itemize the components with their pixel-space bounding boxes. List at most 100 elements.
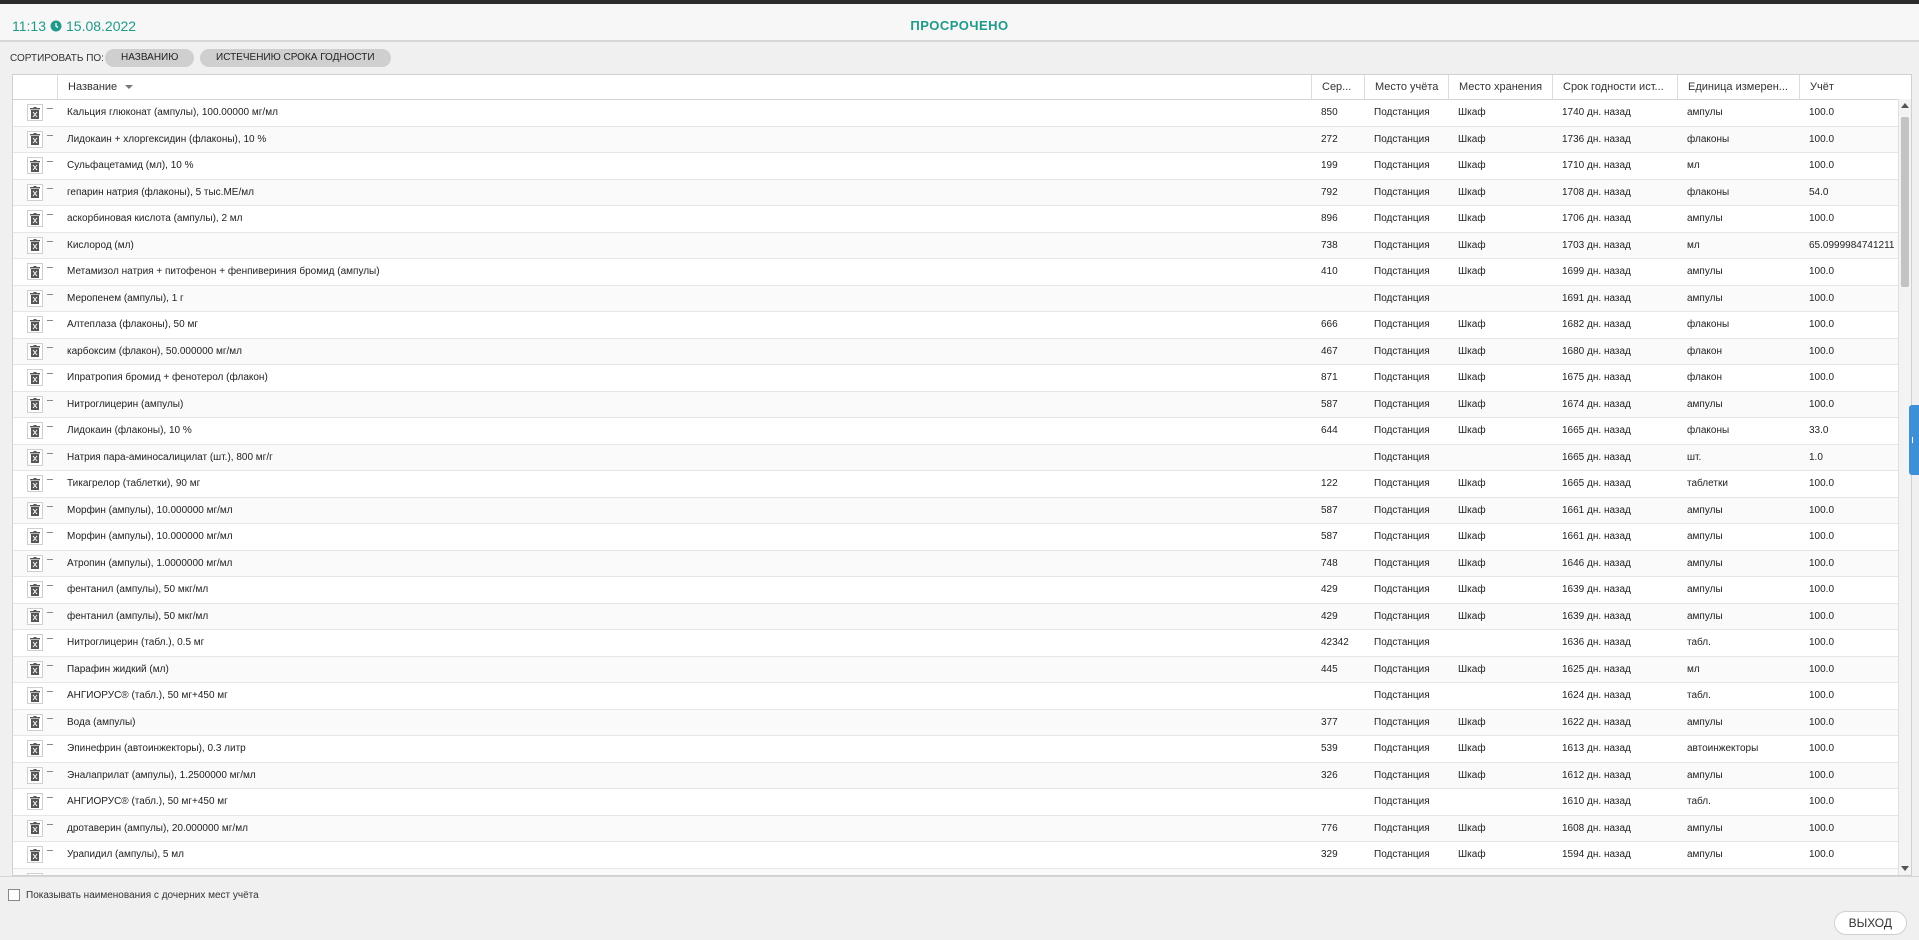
vertical-scrollbar[interactable] [1898, 99, 1911, 875]
table-row[interactable]: Алтеплаза (флаконы), 50 мг 666 Подстанция Ш… [13, 312, 1898, 339]
cell-name: дротаверин (ампулы), 20.000000 мг/мл [67, 822, 248, 834]
delete-icon[interactable] [27, 581, 43, 598]
cell-series: 792 [1321, 186, 1338, 198]
delete-icon[interactable] [27, 104, 43, 121]
table-row[interactable]: Кальция глюконат (ампулы), 100.00000 мг/… [13, 100, 1898, 127]
delete-icon[interactable] [27, 501, 43, 519]
delete-icon[interactable] [27, 236, 43, 254]
delete-icon[interactable] [27, 819, 43, 837]
delete-icon[interactable] [27, 846, 43, 863]
scroll-up-icon[interactable] [1901, 103, 1909, 108]
row-tick [47, 691, 53, 692]
table-row[interactable]: Урапидил (ампулы), 5 мл 329 Подстанция Шкаф… [13, 842, 1898, 869]
show-child-places-checkbox[interactable] [8, 889, 20, 901]
row-tick [47, 108, 53, 109]
table-row[interactable]: Морфин (ампулы), 10.000000 мг/мл 587 Подст… [13, 497, 1898, 524]
row-tick [47, 850, 53, 851]
scroll-down-icon[interactable] [1901, 866, 1909, 871]
table-row[interactable]: АНГИОРУС® (табл.), 50 мг+450 мг Подстанци… [13, 789, 1898, 816]
delete-icon[interactable] [27, 475, 43, 492]
table-row[interactable]: Эпинефрин (автоинжекторы), 0.3 литр 539 По… [13, 736, 1898, 763]
exit-button[interactable]: ВЫХОД [1833, 911, 1907, 935]
delete-icon[interactable] [27, 263, 43, 280]
column-header-expiry[interactable]: Срок годности ист... [1552, 75, 1677, 99]
row-tick [47, 267, 53, 268]
delete-icon[interactable] [27, 607, 43, 625]
delete-icon[interactable] [27, 289, 43, 307]
table-row[interactable]: Тикагрелор (таблетки), 90 мг 122 Подстанци… [13, 471, 1898, 498]
delete-icon[interactable] [27, 660, 43, 678]
cell-name: фентанил (ампулы), 50 мкг/мл [67, 584, 209, 595]
cell-series: 587 [1321, 531, 1338, 542]
cell-storage-place: Шкаф [1458, 869, 1486, 876]
table-row[interactable]: Лидокаин (флаконы), 10 % 644 Подстанция Шка… [13, 418, 1898, 445]
delete-icon[interactable] [27, 183, 43, 201]
column-header-amount[interactable]: Учёт [1799, 75, 1898, 99]
table-row[interactable]: Натрия пара-аминосалицилат (шт.), 800 мг… [13, 444, 1898, 471]
cell-series: 896 [1321, 213, 1338, 224]
cell-storage-place: Шкаф [1458, 769, 1486, 781]
delete-icon[interactable] [27, 634, 43, 651]
table-row[interactable]: Парафин жидкий (мл) 445 Подстанция Шкаф 1625… [13, 656, 1898, 683]
side-panel-handle[interactable] [1909, 405, 1919, 475]
column-header-unit[interactable]: Единица измерен... [1677, 75, 1799, 99]
table-row[interactable]: Нитроглицерин (ампулы) 587 Подстанция Шкаф 1… [13, 391, 1898, 418]
table-row[interactable]: Морфин (ампулы), 10.000000 мг/мл 587 Подст… [13, 524, 1898, 551]
table-row[interactable]: Эналаприлат (ампулы), 1.2500000 мг/мл 326… [13, 762, 1898, 789]
table-row[interactable]: Лидокаин + хлоргексидин (флаконы), 10 % 2… [13, 126, 1898, 153]
delete-icon[interactable] [27, 448, 43, 466]
table-row[interactable]: Кислород (мл) 738 Подстанция Шкаф 1703 дн. н… [13, 232, 1898, 259]
table-row[interactable]: фентанил (ампулы), 50 мкг/мл 429 Подстанци… [13, 577, 1898, 604]
cell-expiry: 1610 дн. назад [1562, 796, 1631, 807]
delete-icon[interactable] [27, 713, 43, 731]
column-header-series[interactable]: Сер... [1311, 75, 1364, 99]
delete-icon[interactable] [27, 687, 43, 704]
delete-icon[interactable] [27, 422, 43, 439]
delete-icon[interactable] [27, 740, 43, 757]
delete-icon[interactable] [27, 316, 43, 333]
scroll-thumb[interactable] [1901, 117, 1909, 287]
column-header-account-place[interactable]: Место учёта [1364, 75, 1448, 99]
cell-expiry: 1691 дн. назад [1562, 292, 1631, 304]
sort-by-name-button[interactable]: НАЗВАНИЮ [105, 49, 195, 67]
cell-expiry: 1636 дн. назад [1562, 637, 1631, 648]
table-row[interactable]: Атропин (ампулы), 1.0000000 мг/мл 748 Подс… [13, 550, 1898, 577]
delete-icon[interactable] [27, 157, 43, 174]
cell-amount: 33.0 [1809, 425, 1829, 436]
cell-series: 383 [1321, 869, 1338, 876]
delete-icon[interactable] [27, 554, 43, 572]
delete-icon[interactable] [27, 130, 43, 148]
cell-unit: мл [1687, 663, 1700, 675]
table-row[interactable]: Будесонид (доза), 0.20000000 мг/мл 383 Под… [13, 868, 1898, 876]
cell-series: 199 [1321, 160, 1338, 171]
delete-icon[interactable] [27, 793, 43, 810]
table-row[interactable]: Меропенем (ампулы), 1 г Подстанция 1691 дн… [13, 285, 1898, 312]
table-row[interactable]: дротаверин (ампулы), 20.000000 мг/мл 776 П… [13, 815, 1898, 842]
delete-icon[interactable] [27, 369, 43, 386]
delete-icon[interactable] [27, 342, 43, 360]
table-row[interactable]: Метамизол натрия + питофенон + фенпивери… [13, 259, 1898, 286]
row-tick [47, 187, 53, 189]
row-tick [47, 585, 53, 586]
row-tick [47, 479, 53, 480]
table-row[interactable]: АНГИОРУС® (табл.), 50 мг+450 мг Подстанци… [13, 683, 1898, 710]
delete-icon[interactable] [27, 210, 43, 227]
delete-icon[interactable] [27, 528, 43, 545]
delete-icon[interactable] [27, 395, 43, 413]
cell-name: Кислород (мл) [67, 239, 134, 251]
cell-expiry: 1706 дн. назад [1562, 213, 1631, 224]
table-row[interactable]: гепарин натрия (флаконы), 5 тыс.МЕ/мл 792… [13, 179, 1898, 206]
column-header-name[interactable]: Название [57, 75, 1311, 99]
table-row[interactable]: аскорбиновая кислота (ампулы), 2 мл 896 По… [13, 206, 1898, 233]
delete-icon[interactable] [27, 766, 43, 784]
table-row[interactable]: карбоксим (флакон), 50.000000 мг/мл 467 По… [13, 338, 1898, 365]
column-header-storage-place[interactable]: Место хранения [1448, 75, 1552, 99]
sort-by-expiry-button[interactable]: ИСТЕЧЕНИЮ СРОКА ГОДНОСТИ [200, 49, 391, 67]
table-row[interactable]: Вода (ампулы) 377 Подстанция Шкаф 1622 дн. н… [13, 709, 1898, 736]
cell-storage-place: Шкаф [1458, 107, 1486, 118]
table-row[interactable]: фентанил (ампулы), 50 мкг/мл 429 Подстанци… [13, 603, 1898, 630]
table-row[interactable]: Ипратропия бромид + фенотерол (флакон) 87… [13, 365, 1898, 392]
table-row[interactable]: Сульфацетамид (мл), 10 % 199 Подстанция Шка… [13, 153, 1898, 180]
delete-icon[interactable] [27, 872, 43, 875]
table-row[interactable]: Нитроглицерин (табл.), 0.5 мг 42342 Подста… [13, 630, 1898, 657]
